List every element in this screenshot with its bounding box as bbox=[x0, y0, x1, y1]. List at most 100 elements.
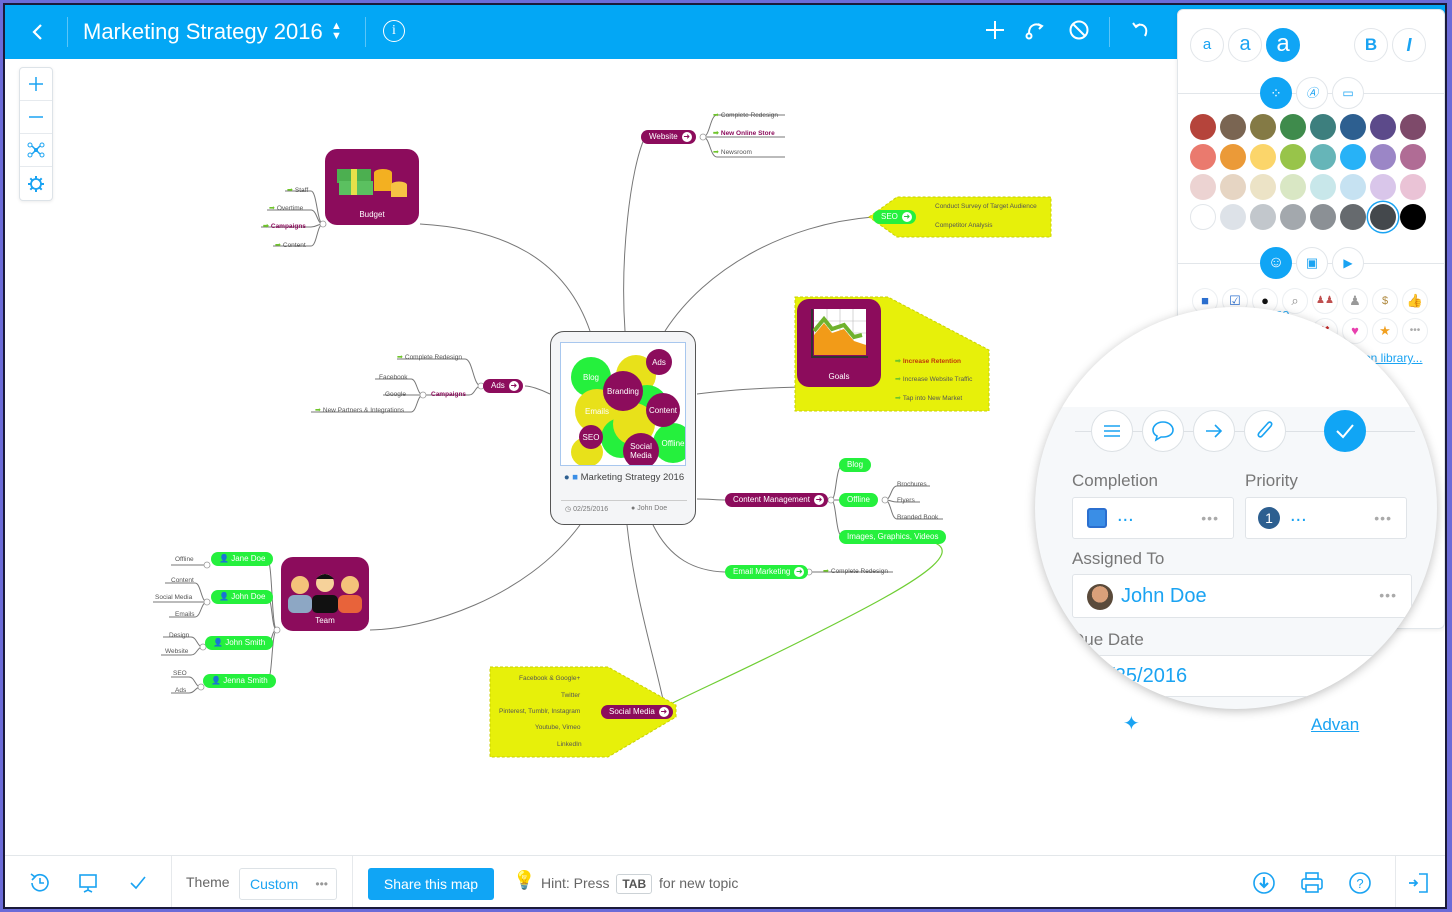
leaf[interactable]: Campaigns bbox=[431, 390, 466, 399]
relationship-button[interactable] bbox=[1021, 18, 1049, 46]
leaf[interactable]: ➡ Complete Redesign bbox=[823, 567, 888, 576]
leaf[interactable]: Brochures bbox=[897, 480, 927, 489]
color-swatch[interactable] bbox=[1190, 204, 1216, 230]
color-swatch[interactable] bbox=[1250, 204, 1276, 230]
text-size-medium-button[interactable]: a bbox=[1228, 28, 1262, 62]
zoom-in-button[interactable] bbox=[20, 68, 52, 101]
advanced-link[interactable]: Advan bbox=[1311, 715, 1359, 735]
color-swatch[interactable] bbox=[1190, 114, 1216, 140]
undo-button[interactable] bbox=[1127, 18, 1155, 46]
leaf[interactable]: Flyers bbox=[897, 496, 915, 505]
topic-social-media[interactable]: Social Media ➜ bbox=[601, 705, 673, 719]
leaf[interactable]: Website bbox=[165, 647, 188, 656]
text-size-large-button[interactable]: a bbox=[1266, 28, 1300, 62]
zoom-out-button[interactable] bbox=[20, 101, 52, 134]
links-tab[interactable] bbox=[1193, 410, 1235, 452]
text-style-tab[interactable]: Ⓐ bbox=[1296, 77, 1328, 109]
image-tab[interactable]: ▣ bbox=[1296, 247, 1328, 279]
leaf[interactable]: ➡ Increase Retention bbox=[895, 357, 961, 366]
more-icon[interactable]: ••• bbox=[1201, 510, 1219, 526]
bold-button[interactable]: B bbox=[1354, 28, 1388, 62]
team-member[interactable]: 👤 Jane Doe bbox=[211, 552, 274, 566]
exit-panel-icon[interactable] bbox=[1405, 870, 1431, 896]
add-topic-button[interactable] bbox=[981, 18, 1009, 46]
topic-ads[interactable]: Ads ➜ bbox=[483, 379, 523, 393]
leaf[interactable]: ➡ Complete Redesign bbox=[397, 353, 462, 362]
leaf[interactable]: Conduct Survey of Target Audience bbox=[935, 202, 1037, 211]
due-date-field[interactable]: 02/25/2016 ••• bbox=[1072, 655, 1412, 697]
leaf[interactable]: ➡ New Partners & Integrations bbox=[315, 406, 404, 415]
team-member[interactable]: 👤 John Smith bbox=[205, 636, 274, 650]
color-swatch[interactable] bbox=[1190, 174, 1216, 200]
settings-button[interactable] bbox=[20, 167, 52, 200]
emoji-tab[interactable]: ☺ bbox=[1260, 247, 1292, 279]
print-icon[interactable] bbox=[1299, 870, 1325, 896]
italic-button[interactable]: I bbox=[1392, 28, 1426, 62]
color-swatch[interactable] bbox=[1310, 114, 1336, 140]
more-icon[interactable]: ••• bbox=[1379, 587, 1397, 603]
topic-goals[interactable]: Goals bbox=[797, 299, 881, 387]
topic-seo[interactable]: SEO ➜ bbox=[873, 210, 916, 224]
color-swatch[interactable] bbox=[1370, 144, 1396, 170]
help-icon[interactable]: ? bbox=[1347, 870, 1373, 896]
color-swatch[interactable] bbox=[1220, 114, 1246, 140]
more-icon[interactable]: ••• bbox=[1374, 510, 1392, 526]
topic-email-marketing[interactable]: Email Marketing ➜ bbox=[725, 565, 809, 579]
go-arrow-icon[interactable]: ➜ bbox=[794, 567, 805, 577]
color-swatch[interactable] bbox=[1190, 144, 1216, 170]
history-icon[interactable] bbox=[27, 870, 53, 896]
team-member[interactable]: 👤 John Doe bbox=[211, 590, 274, 604]
color-swatch[interactable] bbox=[1400, 204, 1426, 230]
leaf[interactable]: ➡ Campaigns bbox=[263, 222, 306, 231]
download-icon[interactable] bbox=[1251, 870, 1277, 896]
leaf[interactable]: ➡ Overtime bbox=[269, 204, 303, 213]
notes-tab[interactable] bbox=[1091, 410, 1133, 452]
boundary-button[interactable] bbox=[1065, 18, 1093, 46]
subtopic-images[interactable]: Images, Graphics, Videos bbox=[839, 530, 947, 544]
go-arrow-icon[interactable]: ➜ bbox=[901, 212, 912, 222]
leaf[interactable]: Design bbox=[169, 631, 189, 640]
color-swatch[interactable] bbox=[1340, 204, 1366, 230]
leaf[interactable]: ➡ Complete Redesign bbox=[713, 111, 778, 120]
go-arrow-icon[interactable]: ➜ bbox=[508, 381, 519, 391]
go-arrow-icon[interactable]: ➜ bbox=[813, 495, 824, 505]
color-swatch[interactable] bbox=[1400, 144, 1426, 170]
color-swatch[interactable] bbox=[1310, 174, 1336, 200]
color-swatch[interactable] bbox=[1220, 174, 1246, 200]
magic-wand-icon[interactable]: ✦ bbox=[1123, 711, 1140, 736]
theme-selector[interactable]: Custom ••• bbox=[239, 868, 337, 900]
color-swatch[interactable] bbox=[1250, 114, 1276, 140]
comments-tab[interactable] bbox=[1142, 410, 1184, 452]
leaf[interactable]: Competitor Analysis bbox=[935, 221, 992, 230]
color-swatch[interactable] bbox=[1250, 144, 1276, 170]
leaf[interactable]: Facebook bbox=[379, 373, 408, 382]
color-swatch[interactable] bbox=[1370, 204, 1396, 230]
color-swatch[interactable] bbox=[1310, 204, 1336, 230]
leaf[interactable]: Branded Book bbox=[897, 513, 938, 522]
team-member[interactable]: 👤 Jenna Smith bbox=[203, 674, 276, 688]
title-menu-icon[interactable]: ▲ ▼ bbox=[331, 21, 342, 42]
leaf[interactable]: ➡ Newsroom bbox=[713, 148, 752, 157]
go-arrow-icon[interactable]: ➜ bbox=[681, 132, 692, 142]
color-swatch[interactable] bbox=[1370, 114, 1396, 140]
presentation-icon[interactable] bbox=[75, 870, 101, 896]
leaf[interactable]: Content bbox=[171, 576, 194, 585]
topic-team[interactable]: Team bbox=[281, 557, 369, 631]
completion-field[interactable]: ... ••• bbox=[1072, 497, 1234, 539]
leaf[interactable]: Pinterest, Tumblr, Instagram bbox=[499, 707, 580, 716]
leaf[interactable]: Facebook & Google+ bbox=[519, 674, 580, 683]
leaf[interactable]: ➡ Increase Website Traffic bbox=[895, 375, 972, 384]
color-swatch[interactable] bbox=[1370, 174, 1396, 200]
text-size-small-button[interactable]: a bbox=[1190, 28, 1224, 62]
leaf[interactable]: Offline bbox=[175, 555, 194, 564]
leaf[interactable]: ➡ Tap into New Market bbox=[895, 394, 962, 403]
color-swatch[interactable] bbox=[1340, 114, 1366, 140]
subtopic-blog[interactable]: Blog bbox=[839, 458, 872, 472]
topic-website[interactable]: Website ➜ bbox=[641, 130, 696, 144]
attachments-tab[interactable] bbox=[1244, 410, 1286, 452]
leaf[interactable]: Google bbox=[385, 390, 406, 399]
leaf[interactable]: ➡ Content bbox=[275, 241, 306, 250]
color-swatch[interactable] bbox=[1280, 204, 1306, 230]
central-topic[interactable]: Blog Emails Offline Ads Branding Content… bbox=[550, 331, 696, 525]
color-swatch[interactable] bbox=[1400, 174, 1426, 200]
